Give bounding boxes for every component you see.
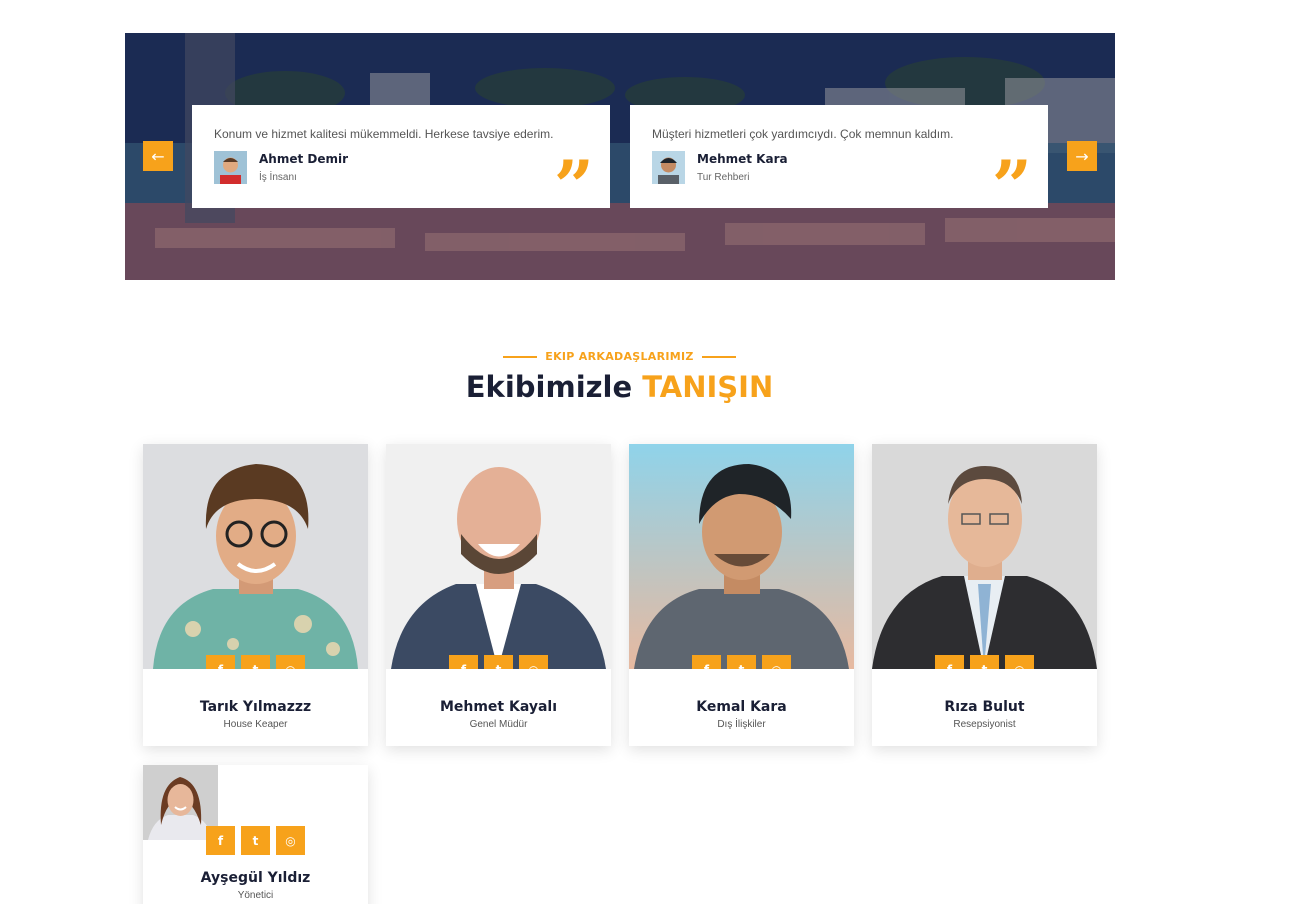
facebook-icon[interactable]: f [692,655,721,669]
instagram-icon[interactable]: ◎ [276,655,305,669]
team-member-name: Rıza Bulut [944,699,1025,715]
team-member-card: f t ◎ Rıza Bulut Resepsiyonist [872,444,1097,746]
carousel-next-button[interactable]: → [1067,141,1097,171]
quote-icon: ” [553,145,594,228]
instagram-icon[interactable]: ◎ [519,655,548,669]
team-member-photo: f t ◎ [872,444,1097,669]
testimonial-author-role: İş İnsanı [259,172,297,184]
twitter-icon[interactable]: t [727,655,756,669]
testimonial-text: Konum ve hizmet kalitesi mükemmeldi. Her… [214,127,554,141]
facebook-icon[interactable]: f [206,826,235,855]
section-subtitle: EKIP ARKADAŞLARIMIZ [0,350,1239,363]
team-member-name: Tarık Yılmazzz [199,699,312,715]
social-links: f t ◎ [206,826,305,855]
social-links: f t ◎ [449,655,548,669]
arrow-right-icon: → [1075,146,1089,166]
social-links: f t ◎ [692,655,791,669]
team-member-photo: f t ◎ [629,444,854,669]
testimonial-text: Müşteri hizmetleri çok yardımcıydı. Çok … [652,127,954,141]
avatar [214,151,247,185]
team-member-role: Dış İlişkiler [717,719,766,730]
testimonial-banner: ← → Konum ve hizmet kalitesi mükemmeldi.… [125,33,1115,280]
team-member-card: f t ◎ Mehmet Kayalı Genel Müdür [386,444,611,746]
testimonial-author: Mehmet Kara Tur Rehberi [652,151,1026,185]
divider [503,356,538,358]
team-member-name: Kemal Kara [696,699,787,715]
social-links: f t ◎ [206,655,305,669]
team-member-role: Yönetici [237,890,274,901]
twitter-icon[interactable]: t [241,826,270,855]
twitter-icon[interactable]: t [970,655,999,669]
instagram-icon[interactable]: ◎ [762,655,791,669]
team-member-card: f t ◎ Tarık Yılmazzz House Keaper [143,444,368,746]
social-links: f t ◎ [935,655,1034,669]
quote-icon: ” [991,145,1032,228]
team-member-role: Resepsiyonist [953,719,1016,730]
section-title: Ekibimizle TANIŞIN [465,370,774,404]
team-member-role: House Keaper [223,719,288,730]
facebook-icon[interactable]: f [206,655,235,669]
team-member-card: f t ◎ Ayşegül Yıldız Yönetici [143,765,368,904]
twitter-icon[interactable]: t [241,655,270,669]
arrow-left-icon: ← [151,146,165,166]
instagram-icon[interactable]: ◎ [1005,655,1034,669]
testimonial-author-name: Ahmet Demir [259,152,349,167]
team-member-name: Mehmet Kayalı [439,699,558,715]
team-member-name: Ayşegül Yıldız [200,870,311,886]
carousel-prev-button[interactable]: ← [143,141,173,171]
avatar [652,151,685,185]
testimonial-card: Konum ve hizmet kalitesi mükemmeldi. Her… [192,105,610,222]
team-member-photo: f t ◎ [386,444,611,669]
testimonial-author: Ahmet Demir İş İnsanı [214,151,588,185]
twitter-icon[interactable]: t [484,655,513,669]
team-member-photo: f t ◎ [143,444,368,669]
testimonial-author-name: Mehmet Kara [697,152,788,167]
facebook-icon[interactable]: f [449,655,478,669]
team-member-role: Genel Müdür [469,719,528,730]
divider [701,356,736,358]
testimonial-card: Müşteri hizmetleri çok yardımcıydı. Çok … [630,105,1048,222]
team-member-card: f t ◎ Kemal Kara Dış İlişkiler [629,444,854,746]
facebook-icon[interactable]: f [935,655,964,669]
testimonial-author-role: Tur Rehberi [697,172,750,184]
instagram-icon[interactable]: ◎ [276,826,305,855]
